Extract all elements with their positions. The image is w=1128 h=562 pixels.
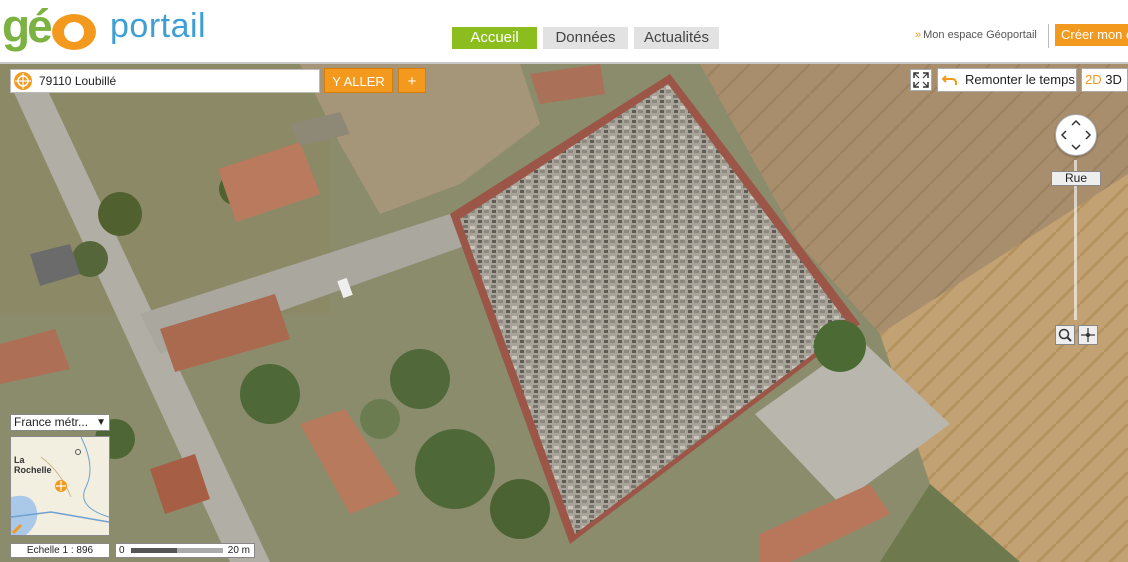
region-select[interactable]: France métr... ▼ [10, 414, 110, 431]
remonter-le-temps-button[interactable]: Remonter le temps [937, 68, 1077, 92]
dropdown-arrow-icon: ▼ [96, 417, 106, 428]
nav-donnees[interactable]: Données [543, 27, 628, 49]
zoom-level-label[interactable]: Rue [1051, 171, 1101, 186]
compass-icon[interactable] [14, 72, 32, 90]
logo-geo: gé [2, 2, 96, 50]
nav-actualites[interactable]: Actualités [634, 27, 719, 49]
scale-distance-label: 20 m [227, 545, 250, 556]
undo-arrow-icon [941, 72, 958, 95]
search-input[interactable] [39, 72, 309, 90]
zoom-box-button[interactable] [1055, 325, 1075, 345]
magnifier-icon [1058, 328, 1072, 342]
minimap-drawing [11, 437, 109, 535]
pan-control[interactable] [1055, 114, 1097, 156]
creer-compte-button[interactable]: Créer mon e [1055, 24, 1128, 46]
add-button[interactable]: + [398, 68, 426, 93]
pan-arrows-icon [1060, 119, 1092, 151]
minimap-city-label: La Rochelle [14, 455, 52, 475]
logo-portail: portail [110, 7, 207, 45]
fullscreen-icon [913, 72, 929, 88]
aerial-imagery [0, 64, 1128, 562]
aerial-map[interactable] [0, 64, 1128, 562]
nav-accueil[interactable]: Accueil [452, 27, 537, 49]
scale-ratio: Echelle 1 : 896 [10, 543, 110, 558]
y-aller-button[interactable]: Y ALLER [324, 68, 393, 93]
crosshair-icon [1081, 328, 1095, 342]
search-box [10, 69, 320, 93]
scale-bar: 0 20 m [115, 543, 255, 558]
mode-2d-button[interactable]: 2D [1085, 72, 1102, 87]
chevron-right-icon: » [915, 29, 922, 41]
mon-espace-link[interactable]: » Mon espace Géoportail [915, 28, 1037, 42]
header-divider [1048, 24, 1049, 48]
scale-start-label: 0 [119, 545, 125, 556]
view-mode-toggle: 2D 3D [1081, 68, 1128, 92]
geoportail-logo[interactable]: gé portail [2, 2, 232, 52]
fullscreen-button[interactable] [910, 69, 932, 91]
overview-minimap[interactable]: La Rochelle [10, 436, 110, 536]
mode-3d-button[interactable]: 3D [1105, 72, 1122, 87]
center-position-button[interactable] [1078, 325, 1098, 345]
header-bar: gé portail Accueil Données Actualités » M… [0, 0, 1128, 64]
